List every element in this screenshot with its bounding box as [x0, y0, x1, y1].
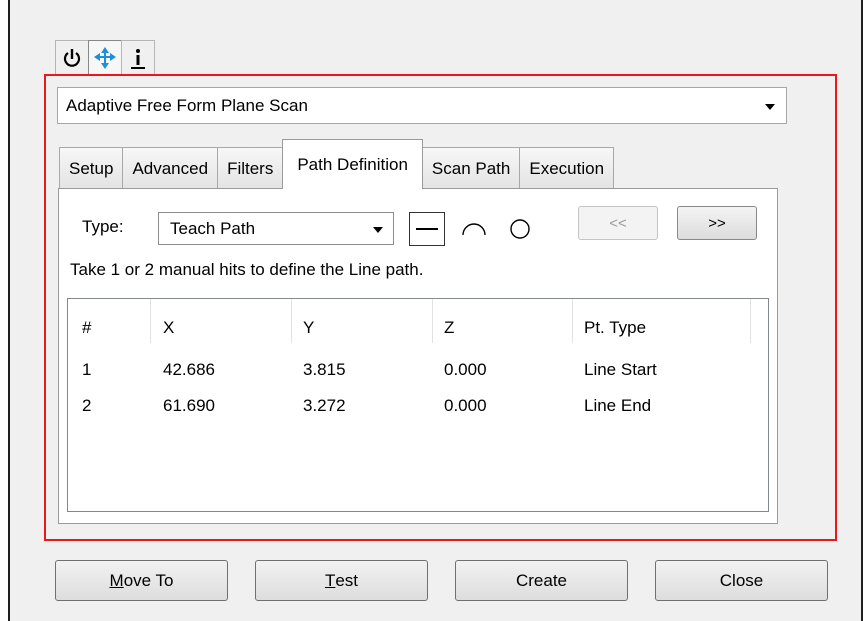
line-shape-icon — [416, 228, 438, 230]
tab-label: Filters — [227, 158, 274, 178]
tab-scan-path[interactable]: Scan Path — [421, 147, 521, 189]
column-divider — [572, 299, 573, 343]
column-header[interactable]: X — [163, 318, 174, 338]
table-cell: 42.686 — [163, 360, 215, 379]
tab-power[interactable] — [55, 40, 89, 74]
tab-label: Execution — [529, 158, 605, 178]
arc-shape-icon — [462, 223, 486, 236]
move-to-button[interactable]: Move To — [55, 560, 228, 601]
table-cell: 2 — [82, 396, 92, 415]
table-header: # X Y Z Pt. Type — [68, 299, 768, 343]
table-cell: 3.272 — [303, 396, 346, 415]
circle-shape-button[interactable] — [502, 212, 538, 246]
scan-mode-select[interactable]: Adaptive Free Form Plane Scan — [57, 87, 787, 124]
scan-mode-value: Adaptive Free Form Plane Scan — [66, 95, 308, 115]
table-cell: Line End — [584, 396, 652, 415]
tab-label: Scan Path — [431, 158, 511, 178]
hits-table[interactable]: # X Y Z Pt. Type 1 42.686 3.815 0.000 Li… — [67, 298, 769, 512]
column-divider — [432, 299, 433, 343]
create-button[interactable]: Create — [455, 560, 628, 601]
tab-label: Advanced — [132, 158, 209, 178]
table-cell: 3.815 — [303, 360, 346, 379]
table-cell: 1 — [82, 360, 92, 379]
mnemonic: M — [109, 570, 124, 590]
line-shape-button[interactable] — [409, 212, 445, 246]
previous-button[interactable]: << — [578, 206, 658, 240]
column-divider — [750, 299, 751, 343]
mnemonic: T — [324, 570, 336, 590]
column-header[interactable]: # — [82, 318, 91, 338]
instruction-text: Take 1 or 2 manual hits to define the Li… — [70, 260, 424, 279]
tab-label: Setup — [69, 158, 114, 178]
axis-arrows-icon — [94, 46, 116, 69]
info-icon — [131, 48, 145, 69]
power-icon — [63, 48, 81, 67]
test-button[interactable]: Test — [255, 560, 428, 601]
tab-label: Path Definition — [297, 154, 408, 174]
button-label: est — [335, 570, 359, 590]
column-divider — [150, 299, 151, 343]
tab-filters[interactable]: Filters — [217, 147, 284, 189]
tab-path-definition[interactable]: Path Definition — [282, 139, 423, 189]
tab-setup[interactable]: Setup — [59, 147, 124, 189]
arc-shape-button[interactable] — [456, 212, 492, 246]
tab-info[interactable] — [121, 40, 155, 74]
chevron-down-icon[interactable] — [765, 104, 775, 110]
column-header[interactable]: Y — [303, 318, 314, 338]
path-type-select[interactable]: Teach Path — [158, 212, 394, 245]
type-label: Type: — [82, 217, 124, 236]
chevron-down-icon[interactable] — [373, 227, 383, 233]
table-cell: 0.000 — [444, 360, 487, 379]
tab-bar: Setup Advanced Filters Path Definition S… — [59, 139, 615, 189]
tab-advanced[interactable]: Advanced — [122, 147, 219, 189]
path-type-value: Teach Path — [170, 218, 256, 238]
next-button[interactable]: >> — [677, 206, 757, 240]
circle-shape-icon — [510, 219, 530, 239]
tab-move[interactable] — [88, 40, 122, 74]
table-cell: 0.000 — [444, 396, 487, 415]
column-divider — [291, 299, 292, 343]
close-button[interactable]: Close — [655, 560, 828, 601]
button-label: ove To — [123, 570, 174, 590]
tab-execution[interactable]: Execution — [519, 147, 615, 189]
icon-tab-strip — [55, 40, 155, 74]
column-header[interactable]: Pt. Type — [584, 318, 646, 338]
table-cell: 61.690 — [163, 396, 215, 415]
column-header[interactable]: Z — [444, 318, 454, 338]
table-cell: Line Start — [584, 360, 657, 379]
